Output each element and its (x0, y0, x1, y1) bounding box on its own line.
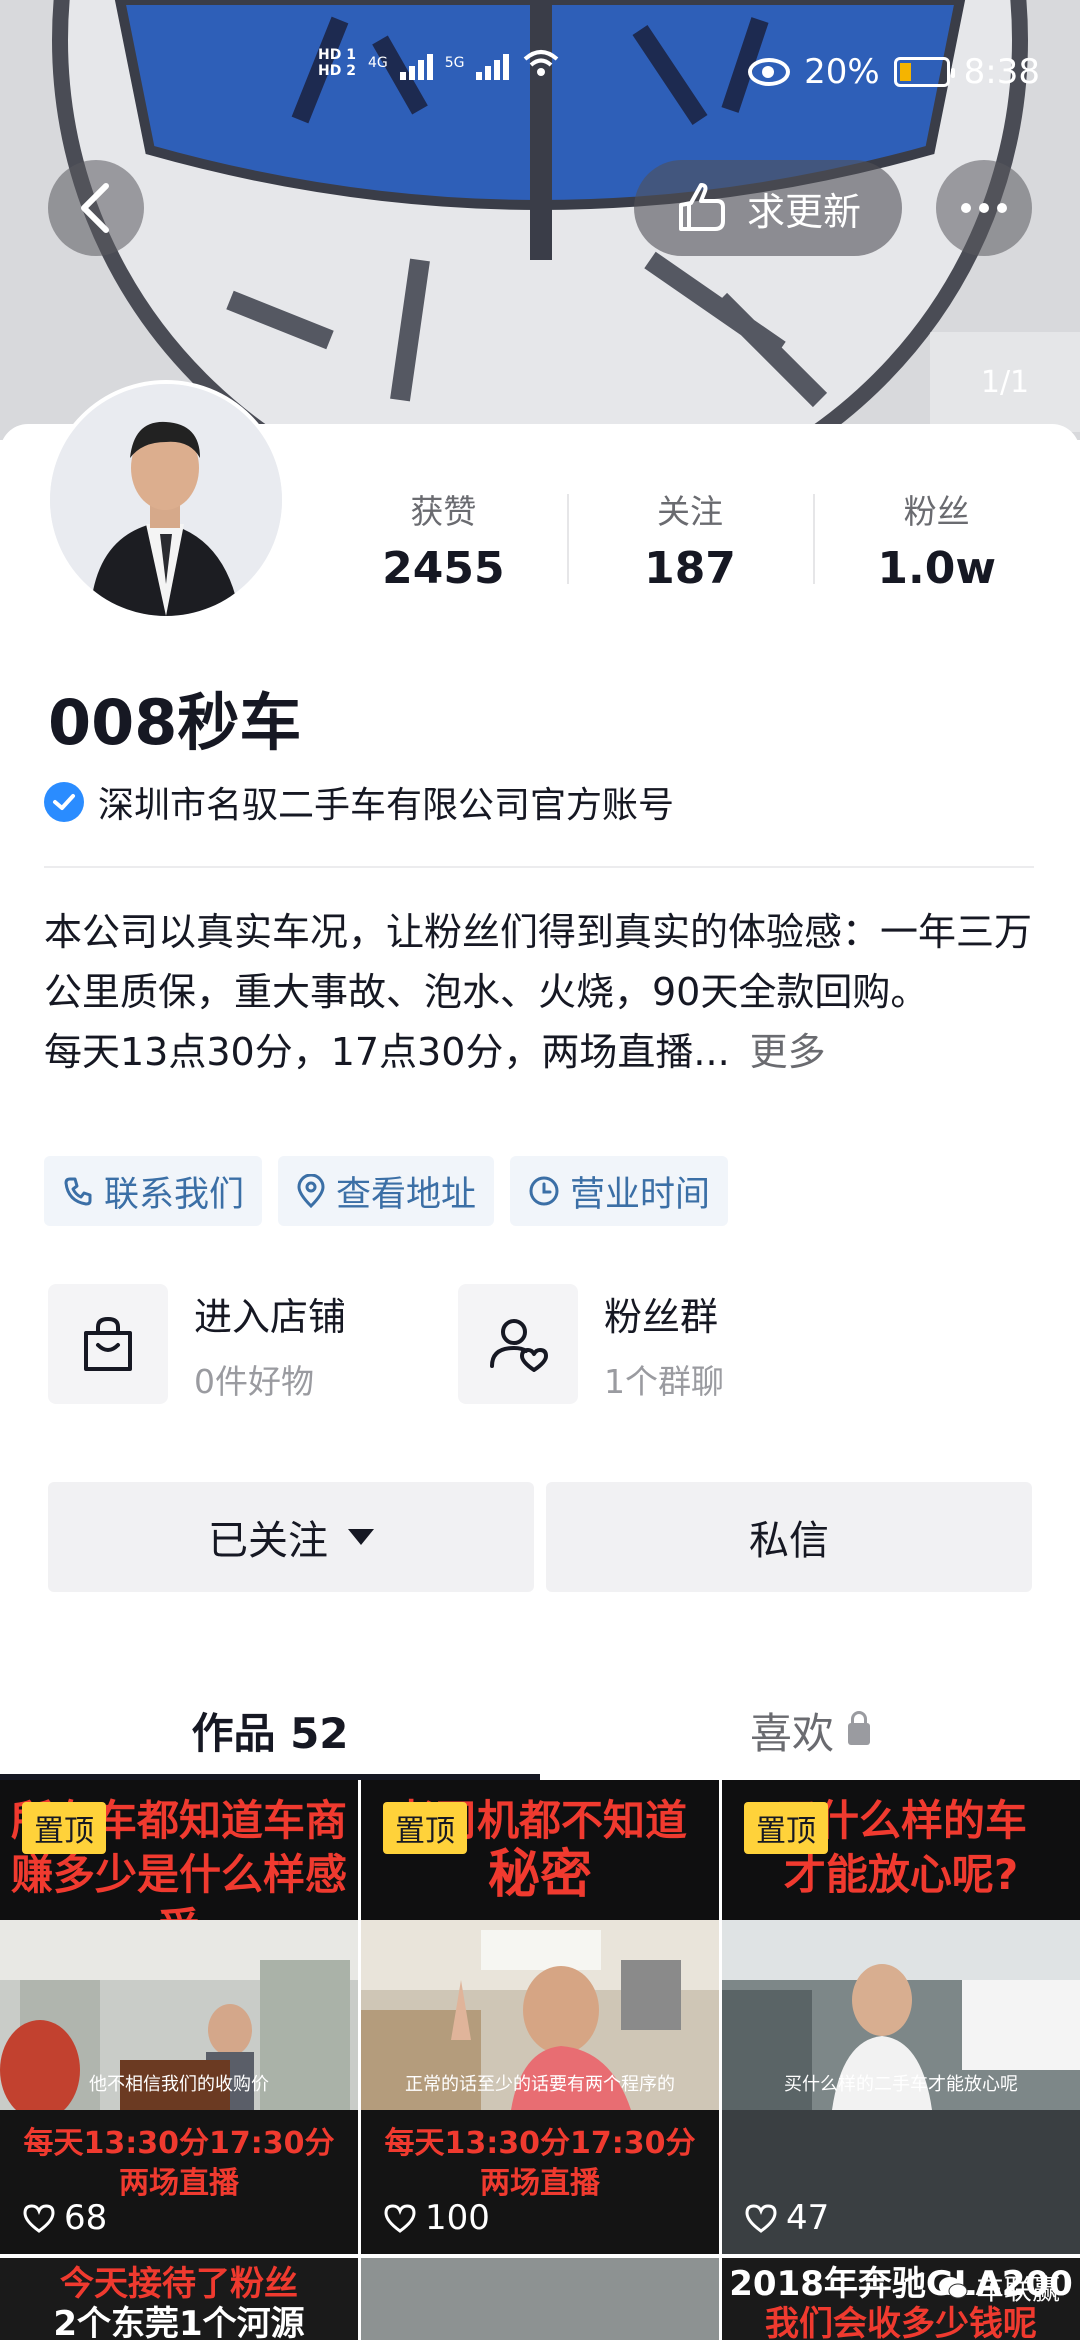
following-button[interactable]: 已关注 (48, 1482, 534, 1592)
request-update-label: 求更新 (746, 189, 861, 234)
verified-check-icon (44, 782, 84, 822)
eye-icon (748, 58, 791, 86)
video-caption: 每天13:30分17:30分 (23, 2126, 335, 2161)
avatar[interactable] (46, 380, 286, 620)
avatar-photo (50, 384, 282, 616)
content-tabs: 作品 52 喜欢 (0, 1680, 1080, 1780)
video-thumbnail[interactable]: 买什么样的车 才能放心呢? 买什么样的二手车才能放心呢 置顶 47 (722, 1780, 1080, 2254)
stat-label: 粉丝 (903, 491, 970, 531)
location-icon (297, 1174, 325, 1208)
pinned-badge: 置顶 (383, 1802, 467, 1854)
caret-down-icon (348, 1529, 374, 1545)
stat-value: 187 (644, 542, 736, 594)
divider (44, 866, 1034, 868)
profile-name: 008秒车 (48, 686, 302, 759)
more-dot-icon (961, 203, 971, 213)
video-thumbnail[interactable]: 老司机都不知道 秘密 正常的话至少的话要有两个程序的 每天13:30分17:30… (361, 1780, 719, 2254)
video-likes: 100 (383, 2198, 490, 2238)
video-headline: 2个东莞1个河源 (53, 2304, 305, 2340)
video-subtitle: 他不相信我们的收购价 (89, 2074, 269, 2095)
bio-line-2: 每天13点30分，17点30分，两场直播... (44, 1030, 730, 1074)
profile-banner: HD 1 HD 2 4G 5G 20% 8:38 求更新 1/1 (0, 0, 1080, 440)
more-options-button[interactable] (936, 160, 1032, 256)
video-grid: 所有车都知道车商 赚多少是什么样感受 他不相信我们的收购价 每天13:30分17… (0, 1780, 1080, 2340)
video-caption: 每天13:30分17:30分 (384, 2126, 696, 2161)
shop-subtitle: 0件好物 (194, 1361, 314, 1401)
shop-title: 进入店铺 (194, 1294, 347, 1339)
stat-following[interactable]: 关注 187 (566, 464, 814, 614)
status-bar: HD 1 HD 2 4G 5G 20% 8:38 (0, 0, 1080, 92)
chevron-left-icon (81, 183, 109, 233)
fan-group-subtitle: 1个群聊 (604, 1361, 724, 1401)
signal-icon-2 (476, 46, 510, 80)
pinned-badge: 置顶 (744, 1802, 828, 1854)
network-4g-label: 4G (367, 55, 388, 71)
heart-icon (23, 2204, 55, 2233)
lock-icon (848, 1711, 870, 1745)
stat-likes[interactable]: 获赞 2455 (320, 464, 567, 614)
clock-icon (529, 1176, 559, 1206)
stat-label: 获赞 (410, 491, 477, 531)
video-likes: 68 (22, 2198, 107, 2238)
video-headline: 才能放心呢? (783, 1850, 1019, 1899)
contact-us-chip[interactable]: 联系我们 (44, 1156, 263, 1226)
heart-icon (384, 2204, 416, 2233)
request-update-button[interactable]: 求更新 (634, 160, 902, 256)
video-thumbnail[interactable]: 所有车都知道车商 赚多少是什么样感受 他不相信我们的收购价 每天13:30分17… (0, 1780, 358, 2254)
tab-works[interactable]: 作品 52 (0, 1680, 540, 1780)
service-chips: 联系我们 查看地址 营业时间 (44, 1156, 729, 1226)
action-buttons: 已关注 私信 (48, 1482, 1032, 1592)
verification-text: 深圳市名驭二手车有限公司官方账号 (98, 785, 675, 826)
image-counter: 1/1 (930, 332, 1080, 432)
stat-fans[interactable]: 粉丝 1.0w (813, 464, 1060, 614)
video-headline: 我们会收多少钱呢 (765, 2304, 1037, 2340)
video-subtitle: 买什么样的二手车才能放心呢 (784, 2074, 1018, 2095)
verification-row: 深圳市名驭二手车有限公司官方账号 (44, 776, 674, 828)
fan-group-title: 粉丝群 (604, 1294, 719, 1339)
fan-group-entry[interactable]: 粉丝群 1个群聊 (458, 1282, 724, 1406)
shop-entry[interactable]: 进入店铺 0件好物 (48, 1282, 346, 1406)
business-hours-chip[interactable]: 营业时间 (510, 1156, 729, 1226)
wechat-icon (938, 2277, 968, 2299)
clock-time: 8:38 (963, 52, 1040, 92)
hand-point-icon (678, 183, 725, 231)
video-thumbnail[interactable] (361, 2258, 719, 2340)
stats-row: 获赞 2455 关注 187 粉丝 1.0w (320, 464, 1060, 614)
bio-line-1: 本公司以真实车况，让粉丝们得到真实的体验感：一年三万公里质保，重大事故、泡水、火… (44, 910, 1033, 1014)
video-headline: 秘密 (487, 1845, 592, 1905)
signal-icon (399, 46, 433, 80)
stat-label: 关注 (657, 491, 723, 531)
battery-icon (893, 57, 955, 87)
tab-likes[interactable]: 喜欢 (540, 1680, 1080, 1780)
phone-icon (64, 1177, 92, 1206)
stat-value: 2455 (382, 542, 505, 594)
shopping-bag-icon (48, 1284, 168, 1404)
bio-more-link[interactable]: 更多 (750, 1030, 826, 1074)
video-likes: 47 (744, 2198, 829, 2238)
network-5g-label: 5G (444, 55, 465, 71)
heart-icon (745, 2204, 777, 2233)
video-thumbnail[interactable]: 今天接待了粉丝 2个东莞1个河源 (0, 2258, 358, 2340)
battery-percent: 20% (804, 52, 880, 92)
message-button[interactable]: 私信 (546, 1482, 1032, 1592)
stat-value: 1.0w (877, 542, 996, 594)
wifi-icon (524, 50, 559, 76)
profile-screen: HD 1 HD 2 4G 5G 20% 8:38 求更新 1/1 获赞 2455… (0, 0, 1080, 2340)
pinned-badge: 置顶 (22, 1802, 106, 1854)
video-headline: 今天接待了粉丝 (60, 2264, 298, 2304)
hd-indicator: HD 1 HD 2 (318, 47, 356, 79)
view-address-chip[interactable]: 查看地址 (278, 1156, 495, 1226)
bio: 本公司以真实车况，让粉丝们得到真实的体验感：一年三万公里质保，重大事故、泡水、火… (44, 902, 1044, 1082)
watermark: 车联赢 (938, 2268, 1060, 2308)
video-subtitle: 正常的话至少的话要有两个程序的 (405, 2074, 675, 2095)
back-button[interactable] (48, 160, 144, 256)
fan-group-icon (458, 1284, 578, 1404)
